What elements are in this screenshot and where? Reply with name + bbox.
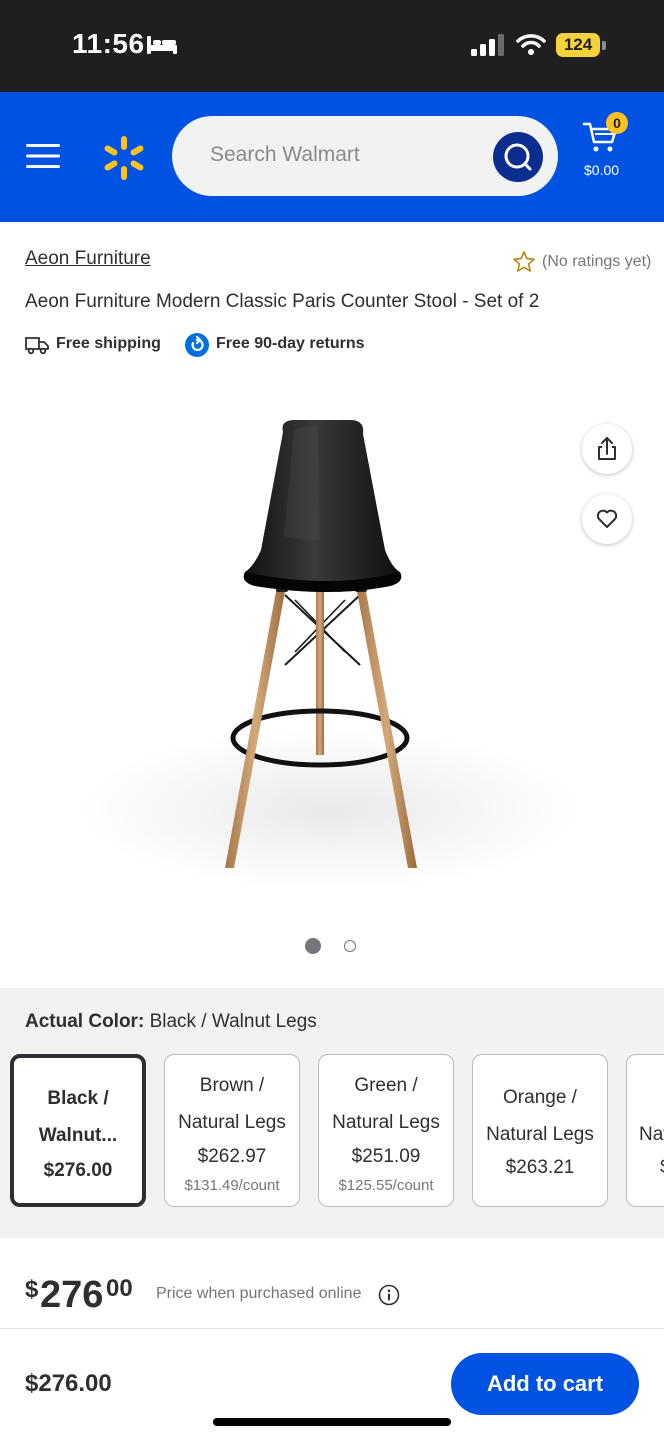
share-icon <box>598 437 616 460</box>
battery-tip <box>602 41 606 50</box>
variant-swatch-green-natural[interactable]: Green / Natural Legs $251.09 $125.55/cou… <box>318 1054 454 1207</box>
walmart-spark-logo[interactable] <box>100 134 148 182</box>
swatch-unit-price: $131.49/count <box>184 1177 280 1194</box>
swatch-price: $251.09 <box>351 1146 421 1167</box>
swatch-line1: Orange / <box>503 1087 577 1108</box>
swatch-price: $262.97 <box>197 1146 267 1167</box>
swatch-line2: Natural Legs <box>332 1112 440 1133</box>
status-bar: 11:56 124 <box>0 0 664 92</box>
product-image[interactable] <box>70 390 590 910</box>
swatch-unit-price: $125.55/count <box>338 1177 434 1194</box>
variant-swatch-partial[interactable]: Nat $ <box>626 1054 664 1207</box>
heart-icon <box>596 509 618 528</box>
sleep-focus-icon <box>147 36 177 54</box>
swatch-line1: Green / <box>354 1075 418 1096</box>
swatch-line2: Nat <box>639 1124 664 1145</box>
cart-count-badge: 0 <box>606 112 628 134</box>
price-note: Price when purchased online <box>156 1285 362 1302</box>
swatch-line2: Walnut... <box>38 1125 118 1146</box>
color-label-value: Black / Walnut Legs <box>149 1011 317 1032</box>
search-placeholder: Search Walmart <box>210 143 360 166</box>
cart-button[interactable]: 0 $0.00 <box>578 110 658 190</box>
cellular-signal-icon <box>471 34 504 56</box>
search-icon <box>504 143 532 171</box>
swatch-line2: Natural Legs <box>486 1124 594 1145</box>
variant-swatch-orange-natural[interactable]: Orange / Natural Legs $263.21 <box>472 1054 608 1207</box>
carousel-dot-2[interactable] <box>344 940 356 952</box>
swatch-line2: Natural Legs <box>178 1112 286 1133</box>
star-icon <box>513 251 535 272</box>
price-whole: 276 <box>40 1274 104 1316</box>
search-button[interactable] <box>493 132 543 182</box>
swatch-line1: Brown / <box>199 1075 265 1096</box>
favorite-button[interactable] <box>582 494 632 544</box>
search-input[interactable]: Search Walmart <box>172 116 558 196</box>
swatch-price: $276.00 <box>43 1160 113 1181</box>
battery-level: 124 <box>556 33 600 57</box>
color-label-title: Actual Color: <box>25 1011 145 1032</box>
swatch-line1: Black / <box>47 1088 109 1109</box>
variant-swatch-black-walnut[interactable]: Black / Walnut... $276.00 <box>10 1054 146 1207</box>
variant-swatch-brown-natural[interactable]: Brown / Natural Legs $262.97 $131.49/cou… <box>164 1054 300 1207</box>
add-to-cart-button[interactable]: Add to cart <box>451 1353 639 1415</box>
share-button[interactable] <box>582 424 632 474</box>
rating-text: (No ratings yet) <box>542 253 652 270</box>
carousel-dot-1[interactable] <box>305 938 321 954</box>
menu-icon[interactable] <box>26 142 60 170</box>
price-cents: 00 <box>106 1275 133 1302</box>
info-icon[interactable] <box>378 1284 400 1306</box>
returns-text: Free 90-day returns <box>216 335 365 352</box>
truck-icon <box>25 337 49 355</box>
status-time: 11:56 <box>72 28 145 59</box>
cart-total: $0.00 <box>584 162 620 178</box>
product-title: Aeon Furniture Modern Classic Paris Coun… <box>25 291 540 312</box>
swatch-price: $263.21 <box>505 1157 575 1178</box>
color-label: Actual Color: Black / Walnut Legs <box>25 1011 317 1033</box>
swatch-price: $ <box>660 1157 664 1179</box>
price-currency: $ <box>25 1276 39 1303</box>
brand-link[interactable]: Aeon Furniture <box>25 248 151 270</box>
bottom-price: $276.00 <box>25 1370 112 1397</box>
home-indicator[interactable] <box>213 1418 451 1426</box>
returns-icon <box>185 333 209 357</box>
wifi-icon <box>516 34 546 55</box>
shipping-text: Free shipping <box>56 335 161 352</box>
battery-indicator: 124 <box>556 33 606 59</box>
